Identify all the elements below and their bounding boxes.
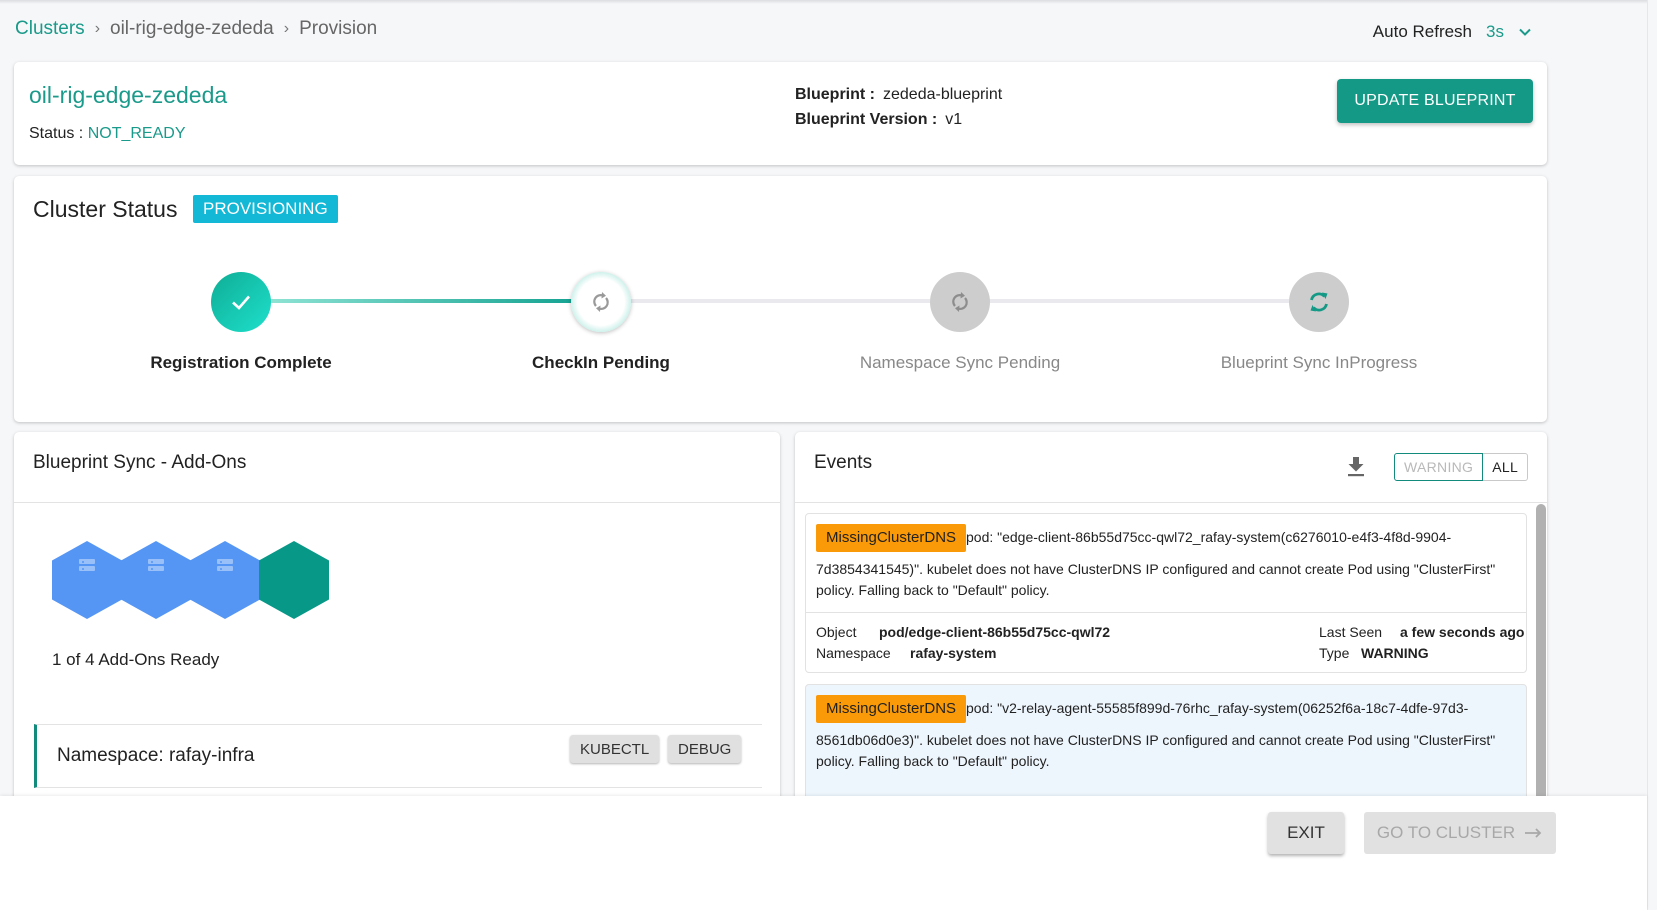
step-label: Registration Complete (150, 353, 332, 372)
namespace-value: rafay-system (910, 645, 997, 661)
chevron-down-icon[interactable] (1518, 25, 1532, 39)
event-message-line: 7d3854341545)". kubelet does not have Cl… (816, 561, 1496, 598)
object-value: pod/edge-client-86b55d75cc-qwl72 (879, 624, 1111, 640)
event-message-line: pod: "edge-client-86b55d75cc-qwl72_rafay… (966, 529, 1452, 545)
namespace-label: Namespace (816, 645, 891, 661)
progress-connector-pending (989, 299, 1289, 303)
events-scrollbar[interactable] (1536, 504, 1546, 812)
cluster-status-card: Cluster Status PROVISIONING Registration (14, 176, 1547, 422)
type-value: WARNING (1361, 645, 1429, 661)
progress-connector-complete (270, 299, 574, 303)
step-namespace-sync-pending (930, 272, 990, 332)
auto-refresh-label: Auto Refresh (1372, 22, 1473, 41)
addon-hex-pending[interactable] (52, 541, 122, 619)
progress-connector-pending (630, 299, 930, 303)
event-filter-toggle: WARNING ALL (1394, 453, 1529, 481)
sync-icon (952, 292, 968, 312)
addon-hex-ready[interactable] (259, 541, 329, 619)
status-value: NOT_READY (87, 125, 186, 142)
arrow-right-icon (1525, 828, 1542, 838)
breadcrumb-clusters[interactable]: Clusters (15, 18, 85, 40)
breadcrumb: Clusters › oil-rig-edge-zededa › Provisi… (15, 18, 377, 40)
cluster-status-line: Status : NOT_READY (29, 125, 186, 143)
last-seen-label: Last Seen (1319, 624, 1383, 640)
addons-card: Blueprint Sync - Add-Ons 1 of 4 Add-Ons … (14, 432, 780, 812)
cluster-name: oil-rig-edge-zededa (29, 82, 228, 108)
go-to-cluster-label: GO TO CLUSTER (1376, 823, 1516, 842)
addons-ready-text: 1 of 4 Add-Ons Ready (52, 650, 220, 669)
event-message-line: pod: "v2-relay-agent-55585f899d-76rhc_ra… (966, 700, 1469, 716)
namespace-row[interactable]: Namespace: rafay-infra KUBECTL DEBUG (34, 724, 762, 788)
cluster-header-card: oil-rig-edge-zededa Status : NOT_READY B… (14, 62, 1547, 165)
filter-warning-button[interactable]: WARNING (1394, 453, 1484, 481)
blueprint-info: Blueprint : zededa-blueprint Blueprint Ve… (795, 82, 1002, 132)
breadcrumb-separator: › (94, 20, 101, 37)
breadcrumb-provision: Provision (299, 18, 378, 39)
sync-icon (593, 292, 609, 312)
event-meta: Object pod/edge-client-86b55d75cc-qwl72 … (806, 612, 1526, 674)
kubectl-button[interactable]: KUBECTL (570, 735, 660, 763)
blueprint-version-value: v1 (945, 111, 963, 128)
breadcrumb-cluster-name: oil-rig-edge-zededa (110, 18, 274, 39)
event-message: pod: "v2-relay-agent-55585f899d-76rhc_ra… (816, 698, 1516, 772)
object-label: Object (816, 624, 857, 640)
refresh-icon (1310, 292, 1328, 312)
addon-hex-pending[interactable] (190, 541, 260, 619)
event-message: pod: "edge-client-86b55d75cc-qwl72_rafay… (816, 527, 1516, 601)
blueprint-value: zededa-blueprint (883, 86, 1003, 103)
divider (14, 502, 780, 503)
step-blueprint-sync-inprogress (1289, 272, 1349, 332)
auto-refresh-value[interactable]: 3s (1486, 22, 1504, 42)
blueprint-version-label: Blueprint Version : (795, 111, 938, 128)
event-item: MissingClusterDNS pod: "v2-relay-agent-5… (805, 684, 1527, 812)
events-card: Events WARNING ALL MissingClusterDNS pod… (795, 432, 1547, 812)
step-label: Namespace Sync Pending (859, 353, 1061, 372)
server-icon (217, 559, 233, 619)
status-label: Status : (29, 125, 84, 142)
event-message-line: 8561db06d0e3)". kubelet does not have Cl… (816, 732, 1496, 769)
step-label: Blueprint Sync InProgress (1220, 353, 1418, 372)
step-label: CheckIn Pending (532, 353, 670, 372)
breadcrumb-separator: › (283, 20, 290, 37)
go-to-cluster-button[interactable]: GO TO CLUSTER (1364, 812, 1556, 854)
server-icon (148, 559, 164, 619)
event-item: MissingClusterDNS pod: "edge-client-86b5… (805, 513, 1527, 673)
page-scrollbar-track[interactable] (1647, 0, 1657, 910)
cluster-status-title: Cluster Status (33, 196, 178, 222)
debug-button[interactable]: DEBUG (668, 735, 742, 763)
namespace-label: Namespace: rafay-infra (57, 745, 255, 766)
auto-refresh-control[interactable]: Auto Refresh 3s (1373, 22, 1532, 42)
events-title: Events (814, 452, 873, 473)
step-checkin-pending (571, 272, 631, 332)
provisioning-badge: PROVISIONING (193, 195, 338, 223)
exit-button[interactable]: EXIT (1268, 812, 1344, 854)
addons-title: Blueprint Sync - Add-Ons (33, 452, 247, 473)
last-seen-value: a few seconds ago (1400, 624, 1525, 640)
check-icon (232, 295, 250, 310)
divider (795, 502, 1547, 503)
top-shadow (0, 0, 1657, 4)
type-label: Type (1319, 645, 1350, 661)
addon-hex-pending[interactable] (121, 541, 191, 619)
server-icon (79, 559, 95, 619)
blueprint-label: Blueprint : (795, 86, 875, 103)
download-icon[interactable] (1345, 454, 1367, 478)
step-registration-complete (211, 272, 271, 332)
filter-all-button[interactable]: ALL (1483, 453, 1529, 481)
footer-bar: EXIT GO TO CLUSTER (0, 796, 1647, 910)
update-blueprint-button[interactable]: UPDATE BLUEPRINT (1337, 79, 1533, 123)
